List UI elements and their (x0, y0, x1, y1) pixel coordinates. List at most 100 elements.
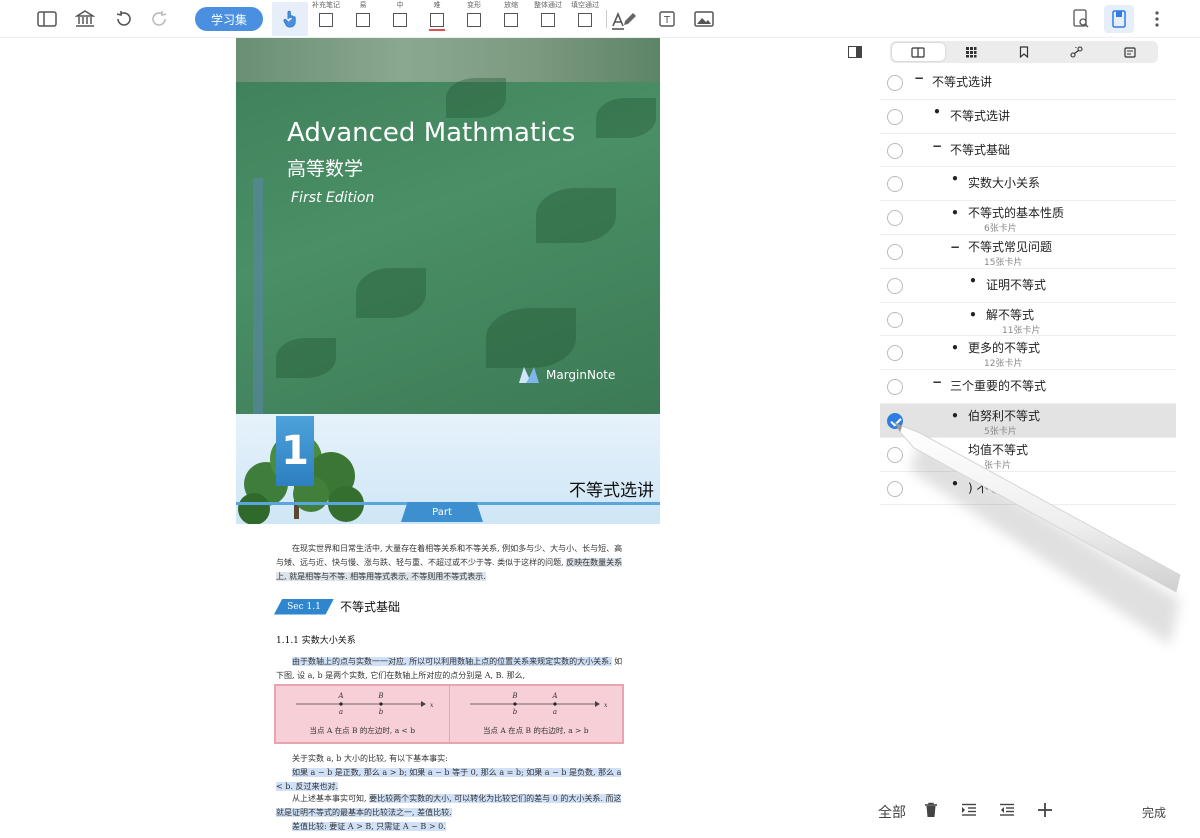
radio-icon[interactable] (887, 75, 903, 91)
more-options-icon[interactable] (1142, 5, 1172, 33)
tool-7[interactable]: 填空通过 (568, 0, 602, 36)
panel-collapse-icon[interactable] (848, 46, 862, 58)
outline-view-icon[interactable] (1104, 5, 1134, 33)
outline-row[interactable]: • 不等式的基本性质 6张卡片 (880, 201, 1176, 235)
library-icon[interactable] (70, 5, 100, 33)
marginnote-logo: MarginNote (518, 366, 615, 384)
outline-row[interactable]: • 不等式选讲 (880, 100, 1176, 134)
figure-cell-left: A B a b x 当点 A 在点 B 的左边时, a < b (276, 686, 450, 742)
tool-color-bar (318, 29, 334, 31)
hand-tool-button[interactable] (272, 2, 308, 36)
radio-icon[interactable] (887, 379, 903, 396)
document-page[interactable]: Advanced Mathmatics 高等数学 First Edition M… (236, 38, 660, 838)
search-document-icon[interactable] (1066, 5, 1096, 33)
outline-row[interactable]: − 不等式基础 (880, 134, 1176, 168)
chapter-header: 1 不等式选讲 Part (236, 414, 660, 524)
bookmark-view-tab[interactable] (998, 43, 1051, 61)
tool-6[interactable]: 整体通过 (531, 0, 565, 36)
add-icon[interactable] (1034, 799, 1056, 821)
book-cover: Advanced Mathmatics 高等数学 First Edition M… (236, 38, 660, 414)
chapter-number: 1 (276, 416, 314, 486)
number-line-paragraph: 由于数轴上的点与实数一一对应, 所以可以利用数轴上点的位置关系来规定实数的大小关… (276, 655, 626, 683)
card-count: 12张卡片 (984, 359, 1023, 370)
outline-row[interactable]: • ) 不等式 (880, 472, 1176, 506)
radio-icon[interactable] (887, 480, 903, 497)
radio-icon[interactable] (887, 243, 903, 260)
tool-3[interactable]: 难 (420, 0, 454, 36)
outline-bottom-bar: 全部 完成 (870, 796, 1200, 826)
tool-2[interactable]: 中 (383, 0, 417, 36)
chapter-title: 不等式选讲 (569, 481, 654, 501)
difference-paragraph: 差值比较: 要证 A > B, 只需证 A − B > 0. (276, 820, 626, 834)
checked-radio-icon[interactable] (887, 412, 903, 429)
collapse-icon[interactable]: − (932, 375, 942, 389)
tool-color-bar (466, 29, 482, 31)
brand-name: MarginNote (546, 368, 616, 382)
svg-text:x: x (604, 702, 608, 709)
figure-caption-left: 当点 A 在点 B 的左边时, a < b (309, 726, 416, 735)
number-line-highlight[interactable]: 由于数轴上的点与实数一一对应, 所以可以利用数轴上点的位置关系来规定实数的大小关… (292, 657, 612, 666)
grid-view-tab[interactable] (945, 43, 998, 61)
radio-icon[interactable] (887, 108, 903, 125)
study-set-button[interactable]: 学习集 (195, 7, 263, 31)
outline-row[interactable]: − 不等式选讲 (880, 66, 1176, 100)
outdent-icon[interactable] (996, 799, 1018, 821)
tool-label: 变形 (467, 1, 481, 9)
outline-row[interactable]: 均值不等式 张卡片 (880, 438, 1176, 472)
done-button[interactable]: 完成 (1142, 804, 1166, 821)
pen-icon[interactable] (615, 5, 645, 33)
collapse-icon[interactable]: − (914, 71, 924, 85)
book-view-tab[interactable] (892, 43, 945, 61)
number-line-figure[interactable]: A B a b x 当点 A 在点 B 的左边时, a < b B A b a … (274, 684, 624, 744)
radio-icon[interactable] (887, 277, 903, 294)
leaf-decoration (486, 308, 576, 368)
collapse-icon[interactable]: − (950, 240, 960, 254)
outline-row[interactable]: • 伯努利不等式 5张卡片 (880, 403, 1176, 438)
tool-label: 放缩 (504, 1, 518, 9)
tool-color-bar (577, 29, 593, 31)
mindmap-icon (1070, 46, 1083, 58)
difference-highlight[interactable]: 差值比较: 要证 A > B, 只需证 A − B > 0. (292, 822, 446, 831)
outline-row[interactable]: • 解不等式 11张卡片 (880, 303, 1176, 337)
bullet-icon: • (951, 476, 959, 491)
outline-row[interactable]: − 不等式常见问题 15张卡片 (880, 235, 1176, 269)
image-icon[interactable] (689, 5, 719, 33)
tool-5[interactable]: 放缩 (494, 0, 528, 36)
outline-row[interactable]: • 证明不等式 (880, 269, 1176, 303)
basic-fact-intro: 关于实数 a, b 大小的比较, 有以下基本事实: (292, 754, 448, 763)
app-window: 学习集 补充笔记易中难 变形 放缩 整体通过 填空通过 T Advanced Ma… (0, 0, 1200, 838)
redo-icon[interactable] (145, 5, 175, 33)
card-view-tab[interactable] (1103, 43, 1156, 61)
tool-4[interactable]: 变形 (457, 0, 491, 36)
outline-row[interactable]: • 更多的不等式 12张卡片 (880, 336, 1176, 371)
outline-label: 伯努利不等式 (968, 408, 1041, 423)
tool-color-bar (503, 29, 519, 31)
sidebar-toggle-icon[interactable] (32, 5, 62, 33)
mindmap-view-tab[interactable] (1050, 43, 1103, 61)
leaf-decoration (596, 98, 656, 138)
trash-icon[interactable] (920, 799, 942, 821)
basic-fact-highlight[interactable]: 如果 a − b 是正数, 那么 a > b; 如果 a − b 等于 0, 那… (276, 768, 622, 791)
outline-row[interactable]: • 实数大小关系 (880, 167, 1176, 202)
text-box-icon[interactable]: T (652, 5, 682, 33)
indent-icon[interactable] (958, 799, 980, 821)
radio-icon[interactable] (887, 210, 903, 227)
outline-label: ) 不等式 (968, 480, 1013, 495)
select-all-button[interactable]: 全部 (878, 802, 906, 822)
tool-frame-icon (467, 13, 481, 27)
section-heading: Sec 1.1 不等式基础 (274, 598, 400, 615)
top-toolbar: 学习集 补充笔记 易 中 难 变形 放缩 整体通过 填空通过 T (0, 0, 1200, 38)
figure-caption-right: 当点 A 在点 B 的右边时, a > b (482, 726, 589, 735)
radio-icon[interactable] (887, 446, 903, 463)
tool-frame-icon (504, 13, 518, 27)
radio-icon[interactable] (887, 345, 903, 362)
radio-icon[interactable] (887, 176, 903, 193)
undo-icon[interactable] (108, 5, 138, 33)
tool-0[interactable]: 补充笔记 (309, 0, 343, 36)
radio-icon[interactable] (887, 311, 903, 328)
section-badge: Sec 1.1 (274, 598, 334, 615)
radio-icon[interactable] (887, 142, 903, 159)
tool-1[interactable]: 易 (346, 0, 380, 36)
collapse-icon[interactable]: − (932, 139, 942, 153)
outline-row[interactable]: − 三个重要的不等式 (880, 370, 1176, 404)
